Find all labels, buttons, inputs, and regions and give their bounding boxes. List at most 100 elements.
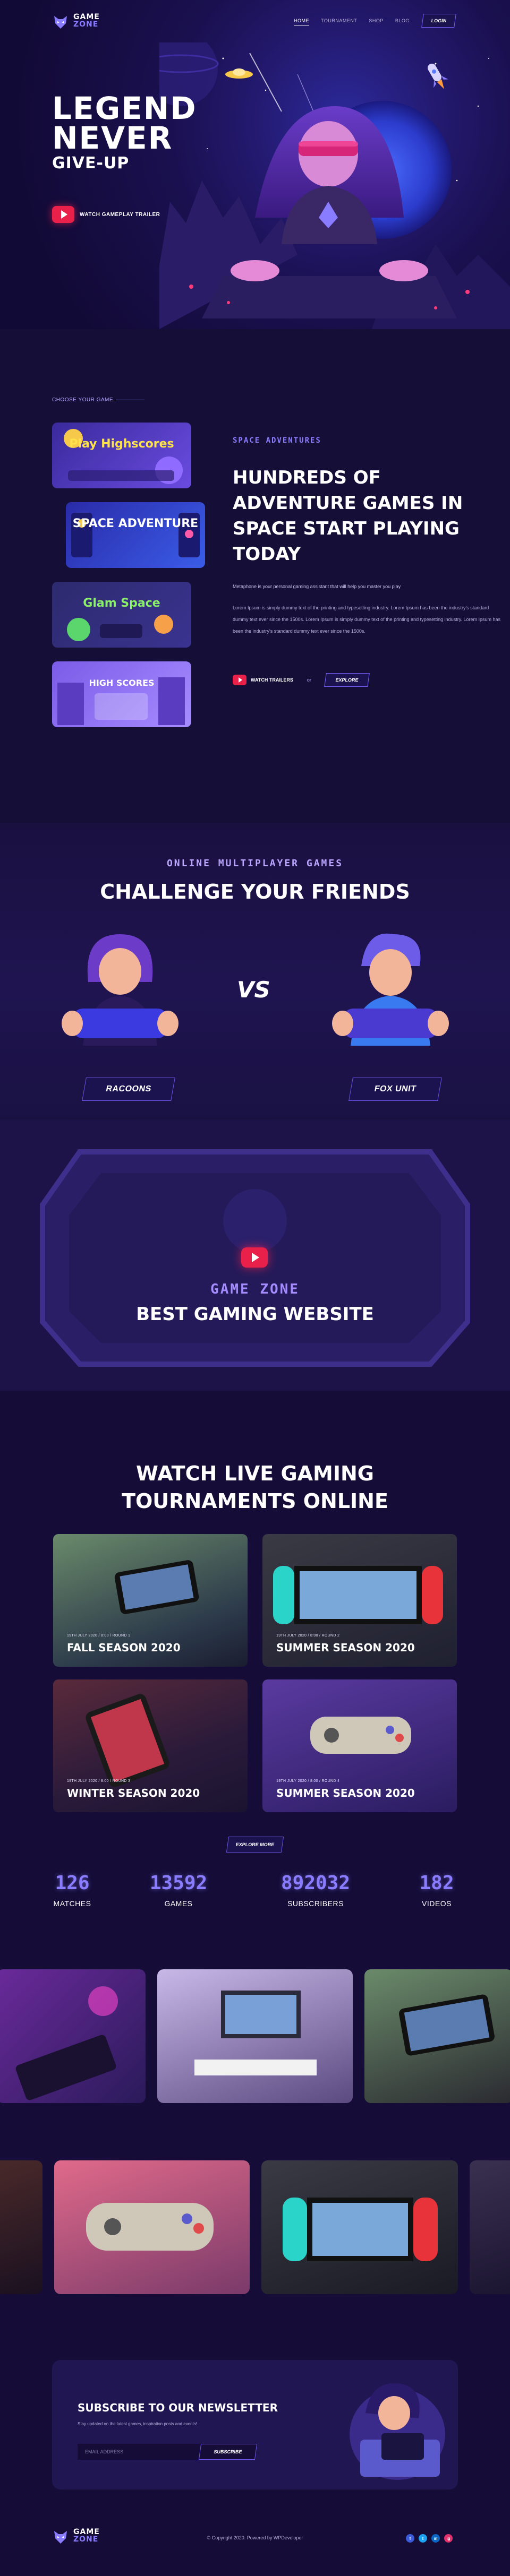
gallery-image[interactable]: [157, 1969, 353, 2103]
nav-link-blog[interactable]: BLOG: [395, 18, 410, 25]
choose-game-label: CHOOSE YOUR GAME: [52, 397, 114, 403]
hero-title-line3: GIVE-UP: [52, 154, 130, 173]
tournament-card-meta: 19TH JULY 2020 / 8:00 / ROUND 2: [276, 1634, 340, 1638]
explore-more-button[interactable]: EXPLORE MORE: [226, 1837, 284, 1853]
tournament-card-title: SUMMER SEASON 2020: [276, 1641, 415, 1654]
twitter-icon[interactable]: t: [419, 2534, 427, 2543]
game-card-3[interactable]: Glam Space: [52, 582, 191, 648]
newsletter-subtitle: Stay updated on the latest games, inspir…: [78, 2422, 198, 2426]
tournament-card-meta: 19TH JULY 2020 / 8:00 / ROUND 4: [276, 1779, 340, 1783]
tournament-card[interactable]: 19TH JULY 2020 / 8:00 / ROUND 2 SUMMER S…: [262, 1534, 457, 1667]
gallery-image[interactable]: [0, 1969, 146, 2103]
gallery-image-art: [86, 2203, 214, 2251]
tournaments-title: WATCH LIVE GAMING TOURNAMENTS ONLINE: [0, 1460, 510, 1515]
trailer-label: WATCH GAMEPLAY TRAILER: [80, 211, 160, 218]
hero-title: LEGEND NEVER GIVE-UP: [52, 93, 197, 174]
hero-illustration: [159, 42, 510, 329]
stat-label: VIDEOS: [422, 1899, 452, 1908]
watch-trailers-button[interactable]: WATCH TRAILERS: [233, 675, 293, 685]
play-icon: [52, 206, 74, 223]
watch-gameplay-trailer-button[interactable]: WATCH GAMEPLAY TRAILER: [52, 206, 160, 223]
or-separator: or: [307, 677, 311, 683]
team-racoons-badge[interactable]: RACOONS: [82, 1078, 175, 1101]
nav-links: HOME TOURNAMENT SHOP BLOG: [294, 18, 410, 25]
game-card-1-art: [64, 429, 183, 484]
tournament-card-title: SUMMER SEASON 2020: [276, 1787, 415, 1799]
tournament-card[interactable]: 19TH JULY 2020 / 8:00 / ROUND 1 FALL SEA…: [53, 1534, 248, 1667]
game-card-2-art: [71, 513, 200, 557]
tournament-card[interactable]: 19TH JULY 2020 / 8:00 / ROUND 4 SUMMER S…: [262, 1679, 457, 1812]
tournament-card[interactable]: 19TH JULY 2020 / 8:00 / ROUND 3 WINTER S…: [53, 1679, 248, 1812]
multiplayer-section: ONLINE MULTIPLAYER GAMES CHALLENGE YOUR …: [0, 823, 510, 1120]
adventure-section: CHOOSE YOUR GAME Play Highscores SPACE A…: [0, 329, 510, 823]
main-nav: GAME ZONE HOME TOURNAMENT SHOP BLOG LOGI…: [0, 0, 510, 42]
gallery-image[interactable]: [54, 2160, 250, 2294]
explore-button[interactable]: EXPLORE: [324, 673, 370, 687]
subscribe-button[interactable]: SUBSCRIBE: [198, 2444, 258, 2460]
team-fox-unit-badge[interactable]: FOX UNIT: [348, 1078, 442, 1101]
linkedin-icon[interactable]: in: [431, 2534, 440, 2543]
stat-subscribers: 892032 SUBSCRIBERS: [262, 1873, 369, 1908]
stat-games: 13592 GAMES: [125, 1873, 232, 1908]
multiplayer-title: CHALLENGE YOUR FRIENDS: [100, 880, 410, 903]
newsletter-section: SUBSCRIBE TO OUR NEWSLETTER Stay updated…: [52, 2360, 458, 2489]
game-card-3-art: [67, 615, 173, 641]
stat-label: SUBSCRIBERS: [287, 1899, 344, 1908]
gallery-image-art: [15, 1986, 118, 2100]
play-icon: [251, 1253, 259, 1262]
hero-title-line1: LEGEND: [52, 90, 197, 126]
watch-trailers-label: WATCH TRAILERS: [251, 677, 293, 683]
social-links: f t in ig: [406, 2534, 453, 2543]
vs-label: VS: [237, 977, 270, 1003]
play-icon: [233, 675, 246, 685]
gallery-image[interactable]: [470, 2160, 510, 2294]
stat-value: 892032: [280, 1872, 351, 1894]
game-card-4-art: [57, 677, 185, 725]
tournament-card-title: WINTER SEASON 2020: [67, 1787, 200, 1799]
multiplayer-eyebrow: ONLINE MULTIPLAYER GAMES: [166, 858, 344, 869]
hero-section: GAME ZONE HOME TOURNAMENT SHOP BLOG LOGI…: [0, 0, 510, 329]
game-card-2[interactable]: SPACE ADVENTURE: [66, 502, 205, 568]
wolf-logo-icon: [54, 16, 67, 29]
game-card-2-title: SPACE ADVENTURE: [72, 517, 199, 530]
tournament-card-title: FALL SEASON 2020: [67, 1641, 181, 1654]
stat-videos: 182 VIDEOS: [384, 1873, 490, 1908]
section-eyebrow: SPACE ADVENTURES: [233, 436, 321, 445]
facebook-icon[interactable]: f: [406, 2534, 414, 2543]
tournaments-section: WATCH LIVE GAMING TOURNAMENTS ONLINE 19T…: [0, 1391, 510, 1853]
game-card-4-title: HIGH SCORES: [89, 678, 155, 688]
brand-logo[interactable]: GAME ZONE: [52, 12, 121, 33]
section-intro: Metaphone is your personal gaming assist…: [233, 584, 401, 589]
stat-value: 126: [55, 1872, 90, 1894]
promo-title: BEST GAMING WEBSITE: [136, 1304, 374, 1325]
stat-matches: 126 MATCHES: [19, 1873, 125, 1908]
tournament-card-meta: 19TH JULY 2020 / 8:00 / ROUND 3: [67, 1779, 131, 1783]
promo-play-button[interactable]: [241, 1247, 268, 1268]
stat-value: 13592: [149, 1872, 208, 1894]
game-card-4[interactable]: HIGH SCORES: [52, 661, 191, 727]
brand-line2: ZONE: [73, 20, 99, 29]
section-actions: WATCH TRAILERS or EXPLORE: [233, 673, 370, 687]
player-1-illustration: [62, 934, 178, 1046]
section-body: Lorem Ipsum is simply dummy text of the …: [233, 605, 501, 634]
nav-link-home[interactable]: HOME: [294, 18, 309, 25]
game-card-1-title: Play Highscores: [69, 437, 174, 451]
nav-link-shop[interactable]: SHOP: [369, 18, 384, 25]
game-card-1[interactable]: Play Highscores: [52, 423, 191, 488]
stat-value: 182: [419, 1872, 454, 1894]
brand-wordmark: GAME ZONE: [73, 13, 100, 28]
stat-label: GAMES: [164, 1899, 193, 1908]
gamer-illustration: [350, 2383, 445, 2480]
nav-link-tournament[interactable]: TOURNAMENT: [321, 18, 357, 25]
gallery-image-art: [194, 1991, 317, 2075]
hero-title-line2: NEVER: [52, 120, 173, 156]
gallery-image[interactable]: [261, 2160, 458, 2294]
login-button[interactable]: LOGIN: [421, 14, 456, 28]
newsletter-title: SUBSCRIBE TO OUR NEWSLETTER: [78, 2401, 278, 2414]
gallery-image[interactable]: [364, 1969, 510, 2103]
gallery-image[interactable]: [0, 2160, 42, 2294]
promo-section: GAME ZONE BEST GAMING WEBSITE: [0, 1120, 510, 1391]
promo-eyebrow: GAME ZONE: [210, 1281, 300, 1297]
instagram-icon[interactable]: ig: [444, 2534, 453, 2543]
page: GAME ZONE HOME TOURNAMENT SHOP BLOG LOGI…: [0, 0, 510, 2576]
